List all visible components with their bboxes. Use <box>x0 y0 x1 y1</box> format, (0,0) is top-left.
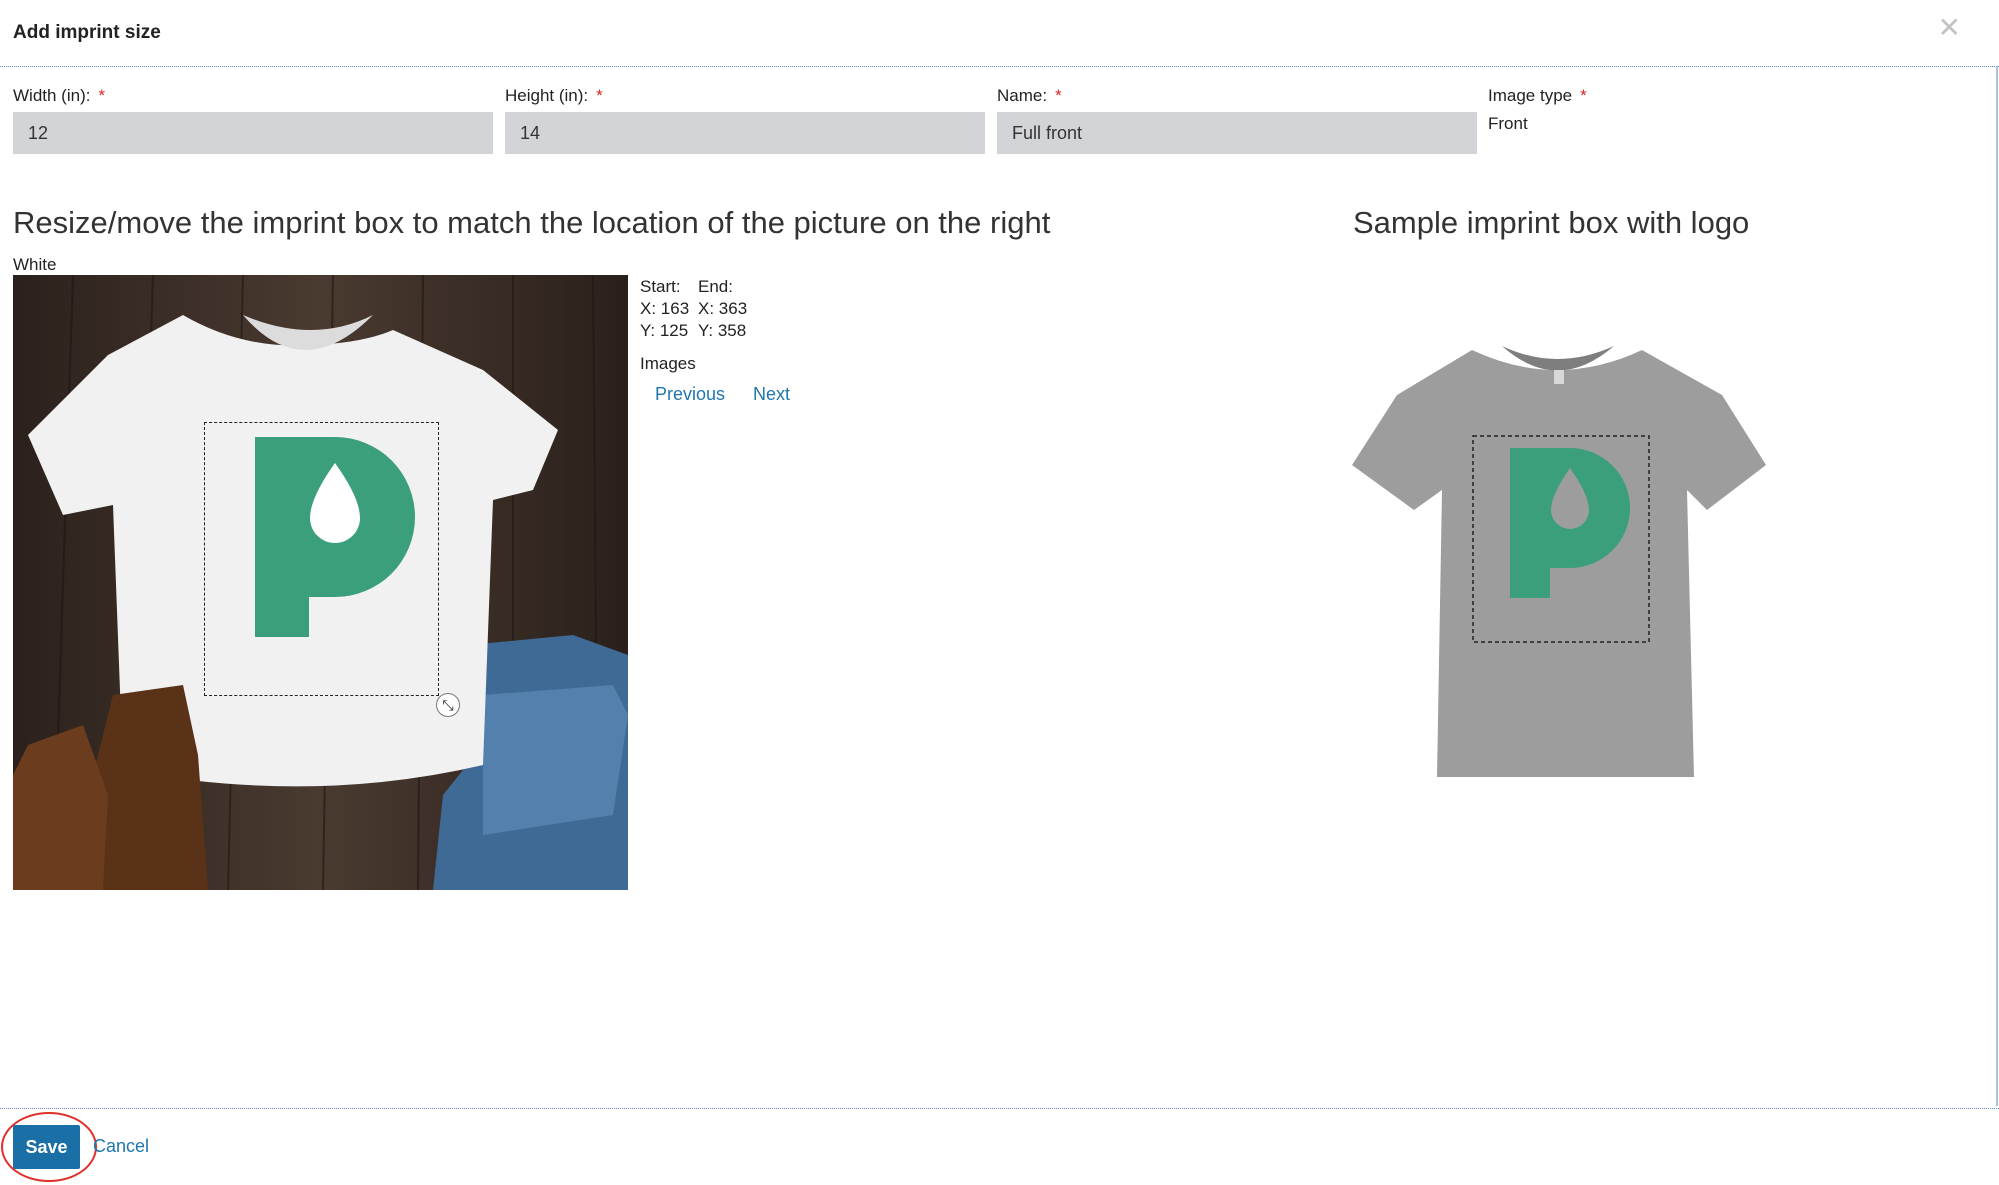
image-type-label: Image type * <box>1488 86 1587 105</box>
logo-mark <box>255 437 415 637</box>
width-label: Width (in): * <box>13 86 106 105</box>
sample-shirt-image <box>1352 340 1766 780</box>
image-type-value[interactable]: Front <box>1488 114 1528 134</box>
close-icon[interactable]: ✕ <box>1938 14 1961 42</box>
sample-shirt-illustration <box>1352 346 1766 777</box>
previous-link[interactable]: Previous <box>655 384 725 405</box>
end-coordinates: End: X: 363 Y: 358 <box>698 276 747 342</box>
name-label: Name: * <box>997 86 1062 105</box>
height-input[interactable] <box>505 112 985 154</box>
dialog-right-border <box>1996 66 1998 1106</box>
editor-heading: Resize/move the imprint box to match the… <box>13 205 1051 240</box>
resize-arrows-icon[interactable]: ⤡ <box>436 693 460 717</box>
dialog-title: Add imprint size <box>13 22 161 43</box>
cancel-link[interactable]: Cancel <box>93 1136 149 1157</box>
required-marker: * <box>1055 86 1062 105</box>
imprint-box[interactable] <box>204 422 439 696</box>
required-marker: * <box>596 86 603 105</box>
images-label: Images <box>640 354 696 373</box>
end-label: End: <box>698 277 733 296</box>
start-label: Start: <box>640 277 681 296</box>
height-label: Height (in): * <box>505 86 603 105</box>
sample-heading: Sample imprint box with logo <box>1353 205 1750 240</box>
required-marker: * <box>98 86 106 105</box>
required-marker: * <box>1580 86 1587 105</box>
next-link[interactable]: Next <box>753 384 790 405</box>
end-y: Y: 358 <box>698 321 747 340</box>
header-divider <box>0 66 1999 67</box>
footer-divider <box>0 1108 1999 1109</box>
start-y: Y: 125 <box>640 321 689 340</box>
start-x: X: 163 <box>640 299 690 318</box>
product-photo: ⤡ <box>13 275 628 890</box>
width-input[interactable] <box>13 112 493 154</box>
highlight-ring <box>1 1112 97 1182</box>
end-x: X: 363 <box>698 299 748 318</box>
color-label: White <box>13 255 57 274</box>
start-coordinates: Start: X: 163 Y: 125 <box>640 276 689 342</box>
name-input[interactable] <box>997 112 1477 154</box>
